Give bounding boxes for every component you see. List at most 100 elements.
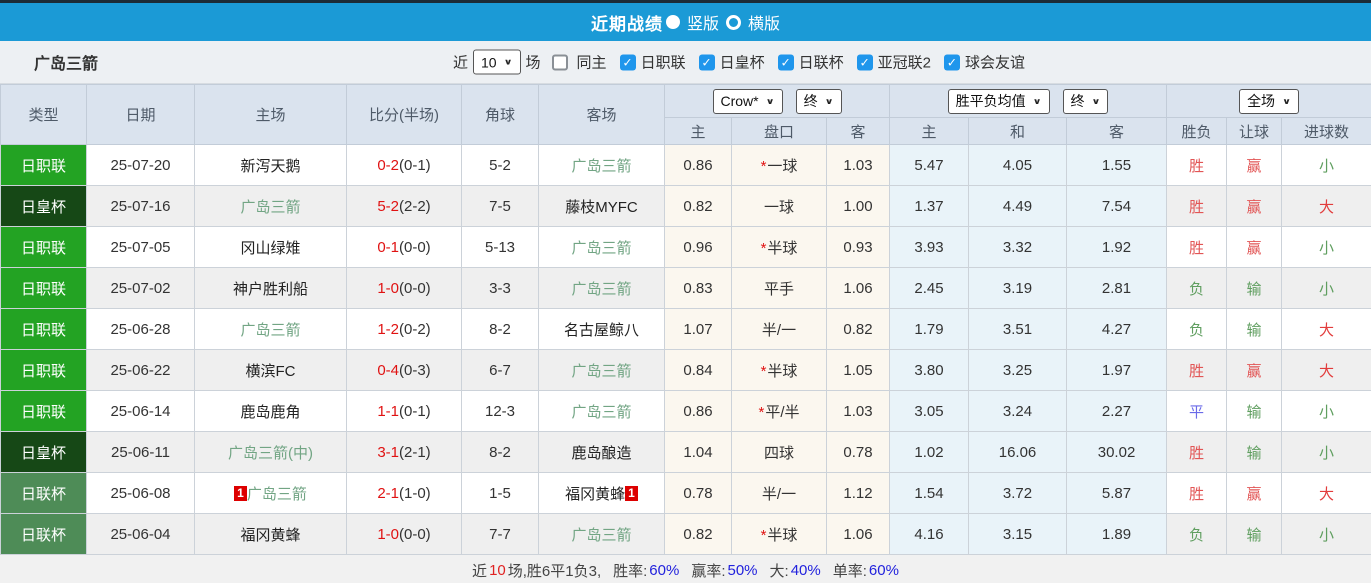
league-checkbox-acl2[interactable]: ✓ xyxy=(856,54,873,70)
result-handicap-cell: 赢 xyxy=(1226,144,1283,186)
league-badge: 日皇杯 xyxy=(0,431,87,473)
score-cell: 0-4(0-3) xyxy=(346,349,462,391)
match-date: 25-06-14 xyxy=(86,390,195,432)
result-handicap-cell: 输 xyxy=(1226,390,1283,432)
summary-prefix: 近 xyxy=(472,563,488,580)
avg-away-cell: 7.54 xyxy=(1066,185,1168,227)
red-card-badge: 1 xyxy=(625,485,638,501)
home-team-cell: 冈山绿雉 xyxy=(194,226,347,268)
odds-away-cell: 1.05 xyxy=(825,349,891,391)
league-checkbox-jleague[interactable]: ✓ xyxy=(619,54,636,70)
score-cell: 1-1(0-1) xyxy=(346,390,462,432)
league-label-jleague[interactable]: 日职联 xyxy=(641,52,686,73)
result-wdl-cell: 胜 xyxy=(1166,185,1228,227)
home-team-cell: 广岛三箭 xyxy=(194,185,347,227)
red-card-badge: 1 xyxy=(234,485,247,501)
corner-cell: 6-7 xyxy=(461,349,539,391)
league-label-emperors-cup[interactable]: 日皇杯 xyxy=(720,52,765,73)
league-label-league-cup[interactable]: 日联杯 xyxy=(799,52,844,73)
away-team-cell: 藤枝MYFC xyxy=(538,185,665,227)
odds-handicap-cell: *半球 xyxy=(731,226,827,268)
table-row: 日职联 25-06-14 鹿岛鹿角 1-1(0-1) 12-3 广岛三箭 0.86 *平/半 1… xyxy=(0,390,1371,432)
header-odds-handicap: 盘口 xyxy=(731,117,827,145)
odds-away-cell: 0.93 xyxy=(825,226,891,268)
odds-home-cell: 0.86 xyxy=(664,144,732,186)
league-checkbox-emperors-cup[interactable]: ✓ xyxy=(698,54,715,70)
league-checkbox-club-friendly[interactable]: ✓ xyxy=(943,54,960,70)
corner-cell: 7-7 xyxy=(461,513,539,555)
same-home-checkbox[interactable] xyxy=(551,54,568,70)
filter-bar: 广岛三箭 近 10 ∨ 场 同主 ✓ 日职联 ✓ 日皇杯 ✓ 日联杯 ✓ 亚冠联… xyxy=(0,41,1371,84)
result-goals-cell: 大 xyxy=(1281,308,1371,350)
avg-home-cell: 3.93 xyxy=(889,226,970,268)
result-goals-cell: 小 xyxy=(1281,390,1371,432)
chevron-down-icon: ∨ xyxy=(1091,96,1101,106)
team-name-text: 新泻天鹅 xyxy=(240,157,301,175)
odds-handicap-cell: 四球 xyxy=(731,431,827,473)
avg-home-cell: 1.79 xyxy=(889,308,970,350)
avg-final-select[interactable]: 终 ∨ xyxy=(1062,88,1109,114)
league-badge: 日职联 xyxy=(0,308,87,350)
corner-cell: 7-5 xyxy=(461,185,539,227)
result-goals-cell: 小 xyxy=(1281,431,1371,473)
team-name-text: 广岛三箭 xyxy=(571,362,632,380)
team-name-text: 名古屋鲸八 xyxy=(563,321,639,339)
score-cell: 5-2(2-2) xyxy=(346,185,462,227)
result-handicap-cell: 输 xyxy=(1226,431,1283,473)
result-wdl-cell: 胜 xyxy=(1166,144,1228,186)
table-row: 日皇杯 25-06-11 广岛三箭(中) 3-1(2-1) 8-2 鹿岛酿造 1.04 四球 0… xyxy=(0,431,1371,473)
win-rate-value: 60% xyxy=(649,562,680,579)
avg-away-cell: 1.89 xyxy=(1066,513,1168,555)
league-label-club-friendly[interactable]: 球会友谊 xyxy=(965,52,1025,73)
horizontal-layout-label[interactable]: 横版 xyxy=(748,10,780,34)
odds-away-cell: 1.06 xyxy=(825,267,891,309)
vertical-layout-radio[interactable] xyxy=(665,15,680,29)
result-wdl-cell: 平 xyxy=(1166,390,1228,432)
header-result-handicap: 让球 xyxy=(1226,117,1283,145)
league-checkbox-league-cup[interactable]: ✓ xyxy=(777,54,794,70)
odds-away-cell: 1.03 xyxy=(825,144,891,186)
match-count-select[interactable]: 10 ∨ xyxy=(473,49,521,75)
corner-cell: 1-5 xyxy=(461,472,539,514)
header-avg-home: 主 xyxy=(889,117,970,145)
avg-away-cell: 30.02 xyxy=(1066,431,1168,473)
avg-type-select[interactable]: 胜平负均值 ∨ xyxy=(947,88,1050,114)
result-goals-cell: 小 xyxy=(1281,267,1371,309)
away-team-cell: 名古屋鲸八 xyxy=(538,308,665,350)
odds-home-cell: 1.04 xyxy=(664,431,732,473)
odds-company-select[interactable]: Crow* ∨ xyxy=(712,88,783,114)
fulltime-select[interactable]: 全场 ∨ xyxy=(1239,88,1299,114)
avg-away-cell: 4.27 xyxy=(1066,308,1168,350)
league-label-acl2[interactable]: 亚冠联2 xyxy=(878,52,931,73)
avg-home-cell: 1.37 xyxy=(889,185,970,227)
result-wdl-cell: 胜 xyxy=(1166,349,1228,391)
horizontal-layout-radio[interactable] xyxy=(726,14,741,30)
corner-cell: 8-2 xyxy=(461,308,539,350)
match-date: 25-06-08 xyxy=(86,472,195,514)
avg-draw-cell: 3.32 xyxy=(968,226,1068,268)
result-goals-cell: 大 xyxy=(1281,472,1371,514)
results-tbody: 日职联 25-07-20 新泻天鹅 0-2(0-1) 5-2 广岛三箭 0.86 *一球 1.0… xyxy=(0,144,1371,555)
same-home-label[interactable]: 同主 xyxy=(577,52,607,73)
score-cell: 2-1(1-0) xyxy=(346,472,462,514)
team-name-text: 广岛三箭 xyxy=(240,198,301,216)
table-row: 日职联 25-06-22 横滨FC 0-4(0-3) 6-7 广岛三箭 0.84 *半球 1.0… xyxy=(0,349,1371,391)
table-row: 日联杯 25-06-04 福冈黄蜂 1-0(0-0) 7-7 广岛三箭 0.82 *半球 1.0… xyxy=(0,513,1371,555)
odds-home-cell: 0.78 xyxy=(664,472,732,514)
away-team-cell: 广岛三箭 xyxy=(538,144,665,186)
table-row: 日职联 25-07-02 神户胜利船 1-0(0-0) 3-3 广岛三箭 0.83 平手 1.0… xyxy=(0,267,1371,309)
avg-draw-cell: 4.05 xyxy=(968,144,1068,186)
vertical-layout-label[interactable]: 竖版 xyxy=(687,10,719,34)
match-date: 25-06-04 xyxy=(86,513,195,555)
chevron-down-icon: ∨ xyxy=(1032,96,1042,106)
avg-draw-cell: 3.19 xyxy=(968,267,1068,309)
odds-final-select[interactable]: 终 ∨ xyxy=(795,88,842,114)
team-name-text: 广岛三箭 xyxy=(571,403,632,421)
team-name-text: 广岛三箭 xyxy=(571,280,632,298)
avg-draw-cell: 3.72 xyxy=(968,472,1068,514)
avg-home-cell: 2.45 xyxy=(889,267,970,309)
odds-home-cell: 0.83 xyxy=(664,267,732,309)
team-name-text: 鹿岛酿造 xyxy=(571,444,632,462)
team-name-text: 广岛三箭 xyxy=(571,239,632,257)
chevron-down-icon: ∨ xyxy=(1282,96,1291,106)
